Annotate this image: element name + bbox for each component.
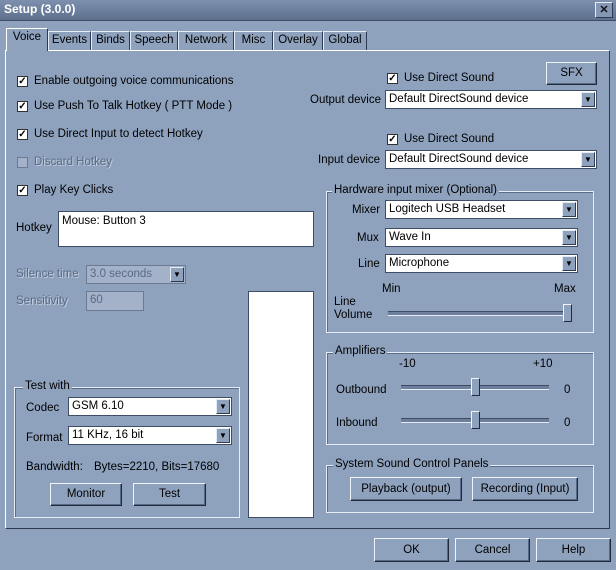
chevron-down-icon: ▼ xyxy=(170,267,184,282)
output-direct-sound-checkbox[interactable]: ✓ xyxy=(387,73,398,84)
line-volume-max-label: Max xyxy=(554,283,576,295)
playback-button[interactable]: Playback (output) xyxy=(350,477,462,501)
discard-hotkey-label: Discard Hotkey xyxy=(34,156,112,168)
mixer-select[interactable]: Logitech USB Headset ▼ xyxy=(385,200,578,219)
tab-global[interactable]: Global xyxy=(323,31,367,50)
title-bar: Setup (3.0.0) ✕ xyxy=(0,0,616,21)
voice-level-meter xyxy=(248,291,314,518)
tab-misc[interactable]: Misc xyxy=(234,31,273,50)
sensitivity-field: 60 xyxy=(86,291,144,311)
system-sound-title: System Sound Control Panels xyxy=(333,458,491,470)
tab-events[interactable]: Events xyxy=(48,31,91,50)
chevron-down-icon: ▼ xyxy=(562,230,576,245)
chevron-down-icon: ▼ xyxy=(581,152,595,167)
outbound-value: 0 xyxy=(564,384,571,396)
tab-overlay[interactable]: Overlay xyxy=(273,31,323,50)
line-volume-min-label: Min xyxy=(382,283,401,295)
slider-thumb[interactable] xyxy=(563,304,572,322)
monitor-button[interactable]: Monitor xyxy=(50,483,122,506)
play-key-clicks-checkbox[interactable]: ✓ xyxy=(17,185,28,196)
tab-voice[interactable]: Voice xyxy=(6,28,48,51)
line-label: Line xyxy=(358,258,380,270)
bandwidth-label: Bandwidth: xyxy=(26,461,83,473)
hotkey-label: Hotkey xyxy=(16,222,52,234)
line-select[interactable]: Microphone ▼ xyxy=(385,254,578,273)
inbound-label: Inbound xyxy=(336,417,378,429)
line-volume-label-1: Line xyxy=(334,296,356,308)
hardware-mixer-title: Hardware input mixer (Optional) xyxy=(332,184,499,196)
amplifier-min-label: -10 xyxy=(399,358,416,370)
input-direct-sound-checkbox[interactable]: ✓ xyxy=(387,134,398,145)
test-button[interactable]: Test xyxy=(133,483,206,506)
test-with-title: Test with xyxy=(23,380,72,392)
inbound-value: 0 xyxy=(564,417,571,429)
inbound-slider[interactable] xyxy=(401,410,549,430)
output-device-label: Output device xyxy=(310,94,381,106)
mux-select[interactable]: Wave In ▼ xyxy=(385,228,578,247)
output-device-select[interactable]: Default DirectSound device ▼ xyxy=(385,90,597,109)
chevron-down-icon: ▼ xyxy=(216,399,230,414)
sensitivity-label: Sensitivity xyxy=(16,295,68,307)
mixer-label: Mixer xyxy=(352,204,381,216)
mux-label: Mux xyxy=(357,232,379,244)
silence-time-select: 3.0 seconds ▼ xyxy=(86,265,186,284)
direct-input-label: Use Direct Input to detect Hotkey xyxy=(34,128,203,140)
recording-button[interactable]: Recording (Input) xyxy=(472,477,578,501)
silence-time-label: Silence time xyxy=(16,268,79,280)
outbound-label: Outbound xyxy=(336,384,387,396)
chevron-down-icon: ▼ xyxy=(216,428,230,443)
input-device-label: Input device xyxy=(318,154,381,166)
chevron-down-icon: ▼ xyxy=(562,202,576,217)
direct-input-checkbox[interactable]: ✓ xyxy=(17,129,28,140)
close-button[interactable]: ✕ xyxy=(595,2,613,18)
enable-outgoing-label: Enable outgoing voice communications xyxy=(34,75,234,87)
slider-thumb[interactable] xyxy=(471,411,480,429)
play-key-clicks-label: Play Key Clicks xyxy=(34,184,114,196)
amplifier-max-label: +10 xyxy=(533,358,553,370)
tab-binds[interactable]: Binds xyxy=(91,31,130,50)
tab-speech[interactable]: Speech xyxy=(130,31,178,50)
slider-thumb[interactable] xyxy=(471,378,480,396)
bandwidth-value: Bytes=2210, Bits=17680 xyxy=(94,461,220,473)
hotkey-value: Mouse: Button 3 xyxy=(62,215,146,227)
discard-hotkey-checkbox xyxy=(17,157,28,168)
outbound-slider[interactable] xyxy=(401,377,549,397)
ok-button[interactable]: OK xyxy=(374,538,449,562)
window-title: Setup (3.0.0) xyxy=(4,2,76,16)
sfx-button[interactable]: SFX xyxy=(546,62,597,85)
tab-network[interactable]: Network xyxy=(178,31,234,50)
close-icon: ✕ xyxy=(599,4,609,16)
slider-track xyxy=(388,311,572,316)
input-device-select[interactable]: Default DirectSound device ▼ xyxy=(385,150,597,169)
format-select[interactable]: 11 KHz, 16 bit ▼ xyxy=(68,426,232,445)
line-volume-slider[interactable] xyxy=(388,303,572,323)
help-button[interactable]: Help xyxy=(536,538,611,562)
enable-outgoing-checkbox[interactable]: ✓ xyxy=(17,76,28,87)
format-label: Format xyxy=(26,432,63,444)
push-to-talk-checkbox[interactable]: ✓ xyxy=(17,101,28,112)
push-to-talk-label: Use Push To Talk Hotkey ( PTT Mode ) xyxy=(34,100,233,112)
codec-label: Codec xyxy=(26,402,60,414)
amplifiers-group xyxy=(326,352,594,445)
cancel-button[interactable]: Cancel xyxy=(455,538,530,562)
chevron-down-icon: ▼ xyxy=(562,256,576,271)
input-direct-sound-label: Use Direct Sound xyxy=(404,133,495,145)
hotkey-field[interactable]: Mouse: Button 3 xyxy=(58,211,314,247)
codec-select[interactable]: GSM 6.10 ▼ xyxy=(68,397,232,416)
amplifiers-title: Amplifiers xyxy=(333,345,388,357)
output-direct-sound-label: Use Direct Sound xyxy=(404,72,495,84)
chevron-down-icon: ▼ xyxy=(581,92,595,107)
line-volume-label-2: Volume xyxy=(334,309,373,321)
